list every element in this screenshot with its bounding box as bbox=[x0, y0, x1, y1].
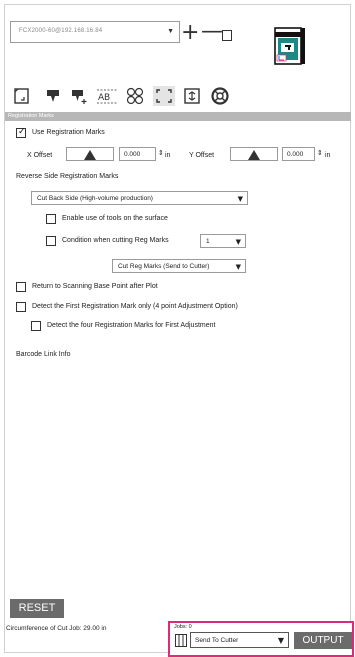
y-offset-label: Y Offset bbox=[189, 152, 215, 159]
x-offset-value: 0.000 bbox=[124, 151, 141, 158]
x-offset-unit: in bbox=[165, 152, 171, 159]
slider-handle-icon bbox=[84, 150, 96, 160]
svg-text:B: B bbox=[104, 93, 110, 103]
slider-handle-icon bbox=[248, 150, 260, 160]
jobs-count: Jobs: 0 bbox=[174, 624, 192, 630]
circumference-text: Circumference of Cut Job: 29.00 in bbox=[6, 625, 107, 632]
detect-four-marks-label: Detect the four Registration Marks for F… bbox=[47, 322, 216, 329]
chevron-down-icon: ▼ bbox=[237, 195, 243, 203]
cut-reg-marks-value: Cut Reg Marks (Send to Cutter) bbox=[118, 263, 210, 270]
x-offset-input[interactable]: 0.000 bbox=[119, 147, 156, 161]
y-offset-value: 0.000 bbox=[287, 151, 304, 158]
detect-four-marks-checkbox[interactable] bbox=[31, 321, 41, 331]
condition-label: Condition when cutting Reg Marks bbox=[62, 237, 169, 244]
output-panel: Jobs: 0 Send To Cutter ▼ OUTPUT bbox=[168, 621, 354, 657]
cutter-machine-icon bbox=[274, 27, 305, 65]
section-title: Registration Marks bbox=[8, 113, 54, 119]
page-setup-icon[interactable] bbox=[11, 86, 33, 106]
x-offset-spinner-icon[interactable]: ⇕ bbox=[158, 149, 164, 157]
reverse-side-title: Reverse Side Registration Marks bbox=[16, 173, 119, 180]
barcode-link-label: Barcode Link Info bbox=[16, 351, 71, 358]
return-base-point-checkbox[interactable] bbox=[16, 282, 26, 292]
send-to-value: Send To Cutter bbox=[195, 637, 239, 644]
use-registration-marks-label: Use Registration Marks bbox=[32, 129, 105, 136]
x-offset-slider[interactable] bbox=[66, 147, 114, 161]
add-device-icon[interactable]: + bbox=[181, 20, 199, 45]
y-offset-unit: in bbox=[325, 152, 331, 159]
condition-dropdown[interactable]: 1 ▼ bbox=[200, 234, 246, 248]
condition-value: 1 bbox=[206, 238, 210, 245]
group-icon[interactable] bbox=[124, 86, 146, 106]
text-aab-icon[interactable]: AB bbox=[96, 86, 118, 106]
support-icon[interactable] bbox=[209, 86, 231, 106]
chevron-down-icon: ▼ bbox=[167, 28, 174, 35]
output-button[interactable]: OUTPUT bbox=[294, 632, 352, 649]
cut-reg-marks-dropdown[interactable]: Cut Reg Marks (Send to Cutter) ▼ bbox=[112, 259, 246, 273]
tool-icon[interactable] bbox=[42, 86, 64, 106]
device-select[interactable]: FCX2000-60@192.168.16.84 ▼ bbox=[10, 21, 180, 43]
tool-add-icon[interactable] bbox=[68, 86, 90, 106]
detect-first-mark-checkbox[interactable] bbox=[16, 302, 26, 312]
y-offset-slider[interactable] bbox=[230, 147, 278, 161]
chevron-down-icon: ▼ bbox=[235, 238, 241, 246]
use-registration-marks-checkbox[interactable] bbox=[16, 127, 26, 138]
reverse-mode-dropdown[interactable]: Cut Back Side (High-volume production) ▼ bbox=[31, 191, 248, 205]
registration-marks-icon[interactable] bbox=[153, 86, 175, 106]
y-offset-input[interactable]: 0.000 bbox=[282, 147, 315, 161]
chevron-down-icon: ▼ bbox=[277, 636, 284, 645]
remove-device-icon[interactable]: — bbox=[201, 19, 223, 44]
x-offset-label: X Offset bbox=[27, 152, 53, 159]
send-to-dropdown[interactable]: Send To Cutter ▼ bbox=[190, 632, 289, 648]
return-base-point-label: Return to Scanning Base Point after Plot bbox=[32, 283, 158, 290]
detect-first-mark-label: Detect the First Registration Mark only … bbox=[32, 303, 238, 310]
condition-checkbox[interactable] bbox=[46, 236, 56, 246]
toolbar: AB bbox=[7, 86, 347, 110]
reverse-mode-value: Cut Back Side (High-volume production) bbox=[37, 195, 153, 202]
reset-button[interactable]: RESET bbox=[10, 599, 64, 618]
cutter-queue-icon[interactable] bbox=[175, 634, 187, 647]
y-offset-spinner-icon[interactable]: ⇕ bbox=[317, 149, 323, 157]
chevron-down-icon: ▼ bbox=[235, 263, 241, 271]
device-info-icon[interactable] bbox=[222, 30, 232, 41]
enable-tools-checkbox[interactable] bbox=[46, 214, 56, 224]
device-select-value: FCX2000-60@192.168.16.84 bbox=[19, 28, 103, 34]
section-header: Registration Marks bbox=[5, 112, 351, 121]
settings-icon[interactable] bbox=[181, 86, 203, 106]
enable-tools-label: Enable use of tools on the surface bbox=[62, 215, 168, 222]
